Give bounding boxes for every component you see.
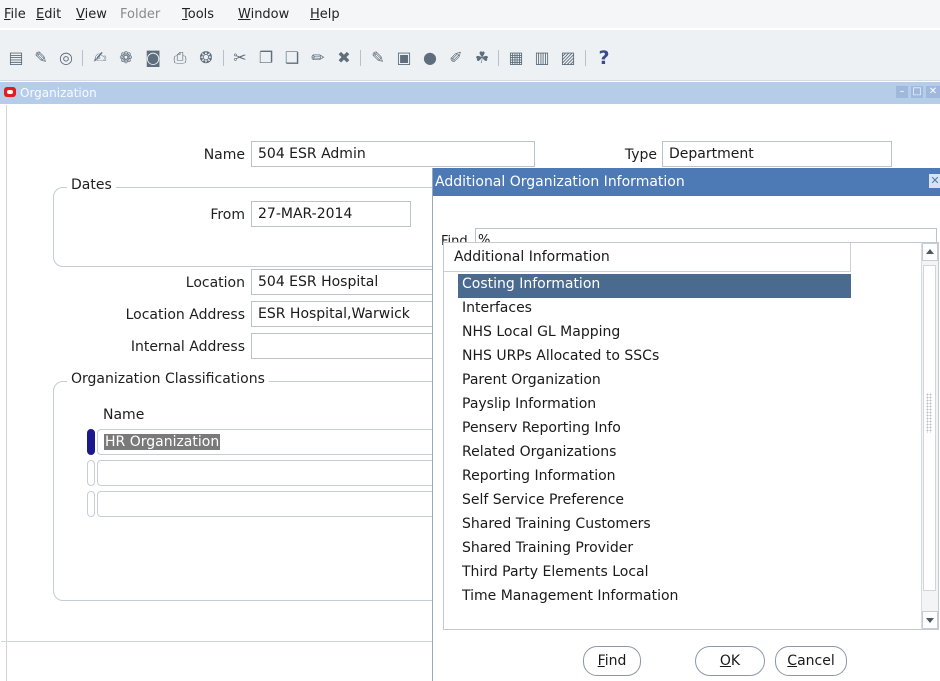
menu-tools[interactable]: Tools — [182, 7, 214, 22]
find-icon[interactable]: ✍ — [90, 48, 110, 68]
find-button[interactable]: Find — [583, 646, 641, 676]
row-selector[interactable] — [87, 491, 95, 517]
menu-edit[interactable]: Edit — [36, 7, 61, 22]
additional-info-dialog: Additional Organization Information ✕ Fi… — [432, 168, 940, 681]
location-label: Location — [185, 275, 245, 291]
list-item[interactable]: Interfaces — [458, 298, 851, 322]
classification-row[interactable] — [97, 491, 447, 517]
copy-icon[interactable]: ❐ — [256, 48, 276, 68]
list-item[interactable]: Reporting Information — [458, 466, 851, 490]
cut-icon[interactable]: ✂ — [230, 48, 250, 68]
oracle-logo-icon — [4, 87, 16, 97]
save-icon[interactable]: ◙ — [143, 48, 163, 68]
list-item[interactable]: Payslip Information — [458, 394, 851, 418]
row-selector[interactable] — [87, 460, 95, 486]
list-item[interactable]: NHS Local GL Mapping — [458, 322, 851, 346]
ok-button[interactable]: OK — [695, 646, 765, 676]
menu-window[interactable]: Window — [238, 7, 289, 22]
location-address-label: Location Address — [125, 307, 245, 323]
navigator-icon[interactable]: ✎ — [31, 48, 51, 68]
close-icon[interactable]: ✕ — [926, 86, 940, 98]
show-navigator-icon[interactable]: ❁ — [116, 48, 136, 68]
name-field[interactable]: 504 ESR Admin — [251, 141, 535, 167]
calendar-icon[interactable]: ▦ — [506, 48, 526, 68]
list-item[interactable]: Time Management Information — [458, 586, 851, 610]
toolbar: ▤ ✎ ◎ ✍ ❁ ◙ ⎙ ❂ ✂ ❐ ❑ ✏ ✖ ✎ ▣ ● ✐ ☘ ▦ ▥ … — [0, 30, 940, 81]
zoom-form-icon[interactable]: ▣ — [394, 48, 414, 68]
menu-file[interactable]: File — [4, 7, 26, 22]
scroll-down-arrow-icon[interactable] — [922, 611, 938, 629]
help-icon[interactable]: ? — [594, 48, 614, 68]
print-icon[interactable]: ⎙ — [170, 48, 190, 68]
classification-row[interactable]: HR Organization — [97, 429, 447, 455]
type-field[interactable]: Department — [662, 141, 892, 167]
list-item[interactable]: Third Party Elements Local — [458, 562, 851, 586]
attachments-icon[interactable]: ✐ — [446, 48, 466, 68]
window-title: Organization — [20, 86, 97, 100]
paste-icon[interactable]: ❑ — [282, 48, 302, 68]
close-icon[interactable]: ✕ — [929, 174, 940, 188]
zoom-icon[interactable]: ◎ — [56, 48, 76, 68]
delete-record-icon[interactable]: ✖ — [334, 48, 354, 68]
from-date-field[interactable]: 27-MAR-2014 — [251, 201, 411, 227]
organization-window-titlebar: Organization – □ ✕ — [0, 82, 940, 104]
classification-row[interactable] — [97, 460, 447, 486]
list-item[interactable]: Costing Information — [458, 274, 851, 298]
name-label: Name — [203, 147, 245, 163]
clear-record-icon[interactable]: ✏ — [308, 48, 328, 68]
list-item[interactable]: Related Organizations — [458, 442, 851, 466]
menu-bar: File Edit View Folder Tools Window Help — [0, 0, 940, 28]
toolbar-separator — [498, 50, 499, 66]
list-item[interactable]: Self Service Preference — [458, 490, 851, 514]
cancel-button[interactable]: Cancel — [775, 646, 847, 676]
list-scrollbar[interactable] — [921, 243, 938, 629]
toolbar-separator — [82, 50, 83, 66]
row-selector-active[interactable] — [87, 429, 95, 455]
menu-view[interactable]: View — [76, 7, 107, 22]
folder-tools-icon[interactable]: ☘ — [472, 48, 492, 68]
scroll-grip-icon — [926, 393, 932, 433]
classifications-name-header: Name — [103, 407, 145, 423]
dates-group — [53, 187, 463, 267]
additional-info-list: Additional Information Costing Informati… — [443, 242, 939, 630]
edit-field-icon[interactable]: ✎ — [368, 48, 388, 68]
dialog-titlebar: Additional Organization Information ✕ — [433, 168, 940, 196]
list-item[interactable]: Parent Organization — [458, 370, 851, 394]
internal-address-label: Internal Address — [130, 339, 245, 355]
exit-icon[interactable]: ▨ — [558, 48, 578, 68]
translations-icon[interactable]: ● — [420, 48, 440, 68]
list-item[interactable]: Penserv Reporting Info — [458, 418, 851, 442]
menu-help[interactable]: Help — [310, 7, 340, 22]
toolbar-separator — [585, 50, 586, 66]
type-label: Type — [624, 147, 657, 163]
list-header: Additional Information — [444, 243, 851, 272]
close-form-icon[interactable]: ❂ — [196, 48, 216, 68]
scroll-up-arrow-icon[interactable] — [922, 243, 938, 261]
list-item[interactable]: NHS URPs Allocated to SSCs — [458, 346, 851, 370]
dates-group-title: Dates — [67, 177, 116, 193]
toolbar-separator — [223, 50, 224, 66]
classifications-group-title: Organization Classifications — [67, 371, 269, 387]
menu-folder: Folder — [120, 7, 161, 22]
dialog-title: Additional Organization Information — [435, 174, 685, 190]
toolbar-separator — [360, 50, 361, 66]
list-item[interactable]: Shared Training Provider — [458, 538, 851, 562]
schedule-icon[interactable]: ▥ — [532, 48, 552, 68]
maximize-icon[interactable]: □ — [911, 86, 923, 98]
new-record-icon[interactable]: ▤ — [6, 48, 26, 68]
list-item[interactable]: Shared Training Customers — [458, 514, 851, 538]
from-label: From — [210, 207, 245, 223]
status-divider — [1, 641, 439, 642]
minimize-icon[interactable]: – — [896, 86, 908, 98]
